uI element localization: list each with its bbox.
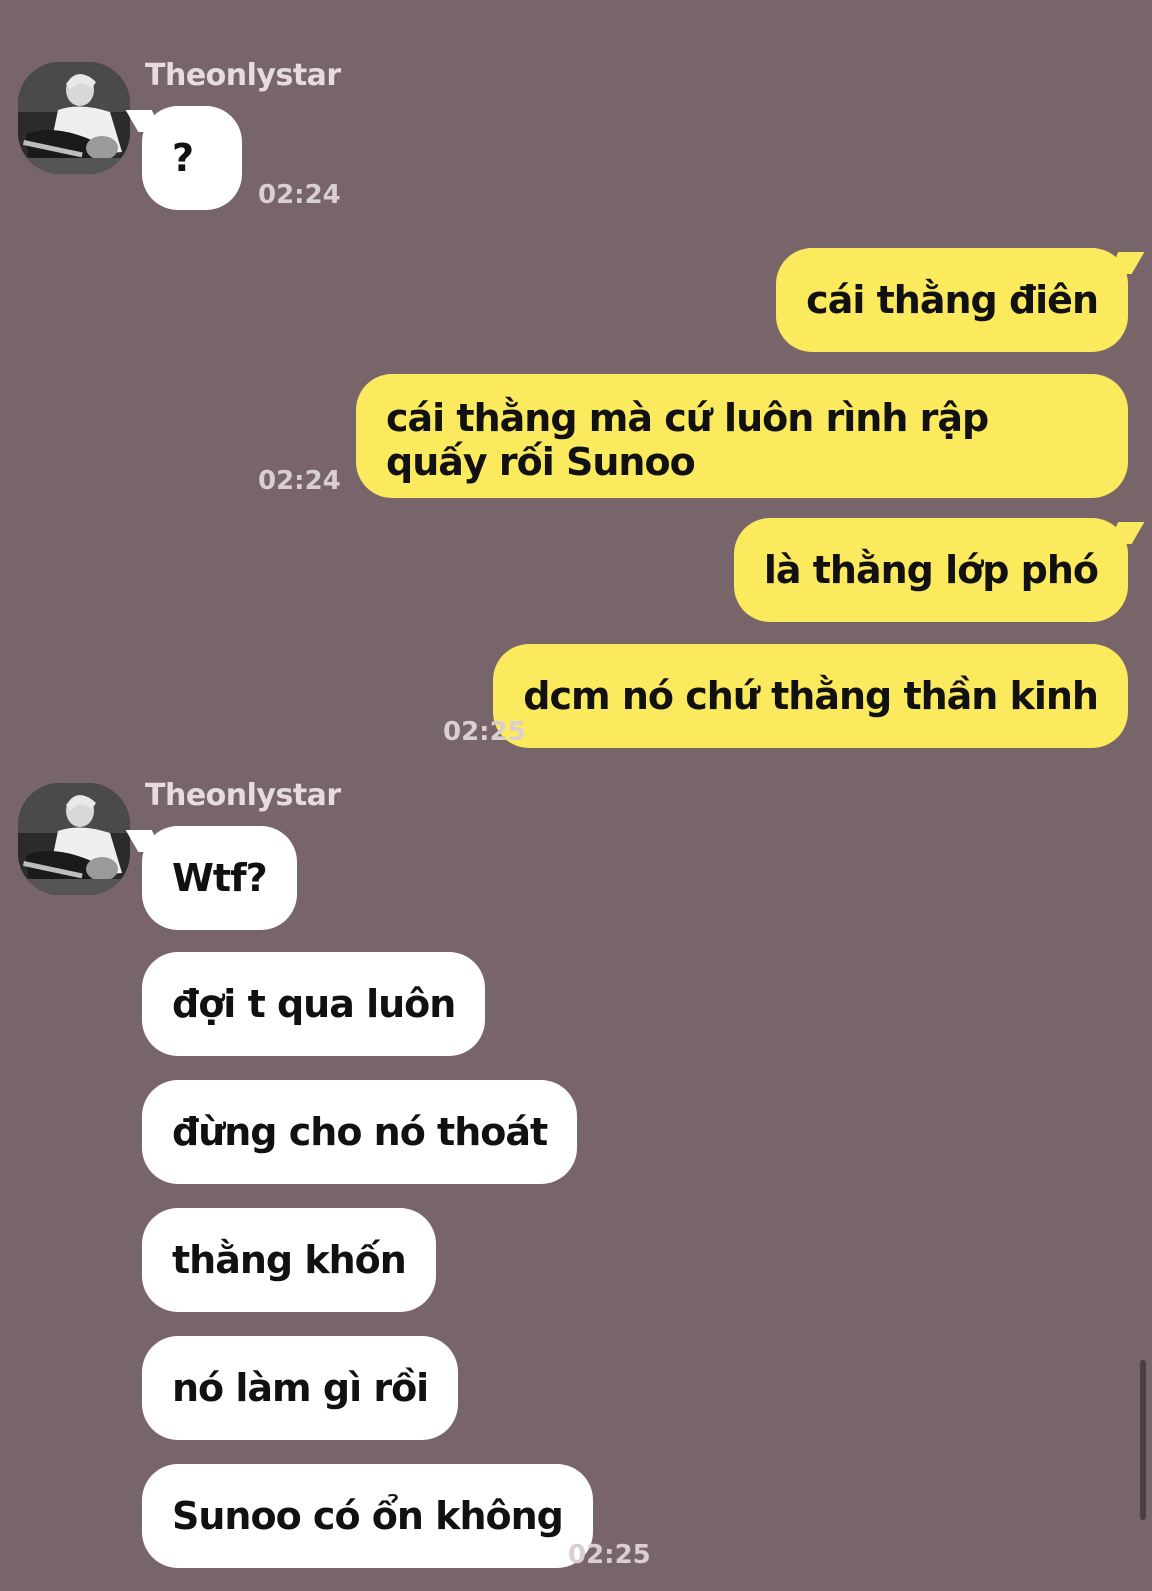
message-bubble-incoming[interactable]: Wtf? <box>142 826 297 930</box>
message-timestamp: 02:25 <box>568 1540 651 1570</box>
message-bubble-outgoing[interactable]: dcm nó chứ thằng thần kinh <box>493 644 1128 748</box>
contact-avatar[interactable] <box>18 62 130 174</box>
message-bubble-outgoing[interactable]: cái thằng điên <box>776 248 1128 352</box>
message-timestamp: 02:24 <box>258 180 341 210</box>
message-bubble-outgoing[interactable]: là thằng lớp phó <box>733 518 1128 622</box>
message-bubble-incoming[interactable]: nó làm gì rồi <box>142 1336 459 1440</box>
avatar-photo-icon <box>18 62 130 174</box>
message-bubble-incoming[interactable]: Sunoo có ổn không <box>142 1464 593 1568</box>
message-timestamp: 02:25 <box>443 717 526 747</box>
avatar-photo-icon <box>18 783 130 895</box>
message-bubble-outgoing[interactable]: cái thằng mà cứ luôn rình rập quấy rối S… <box>356 374 1128 498</box>
scrollbar[interactable] <box>1140 1360 1146 1520</box>
sender-name: Theonlystar <box>145 778 341 813</box>
message-bubble-incoming[interactable]: ? <box>142 106 242 210</box>
message-bubble-incoming[interactable]: đợi t qua luôn <box>142 952 486 1056</box>
contact-avatar[interactable] <box>18 783 130 895</box>
chat-transcript[interactable]: Theonlystar ? 02:24 cái thằng điên cái t… <box>0 0 1152 1591</box>
message-timestamp: 02:24 <box>258 466 341 496</box>
message-bubble-incoming[interactable]: thằng khốn <box>142 1208 436 1312</box>
message-bubble-incoming[interactable]: đừng cho nó thoát <box>142 1080 578 1184</box>
sender-name: Theonlystar <box>145 58 341 93</box>
